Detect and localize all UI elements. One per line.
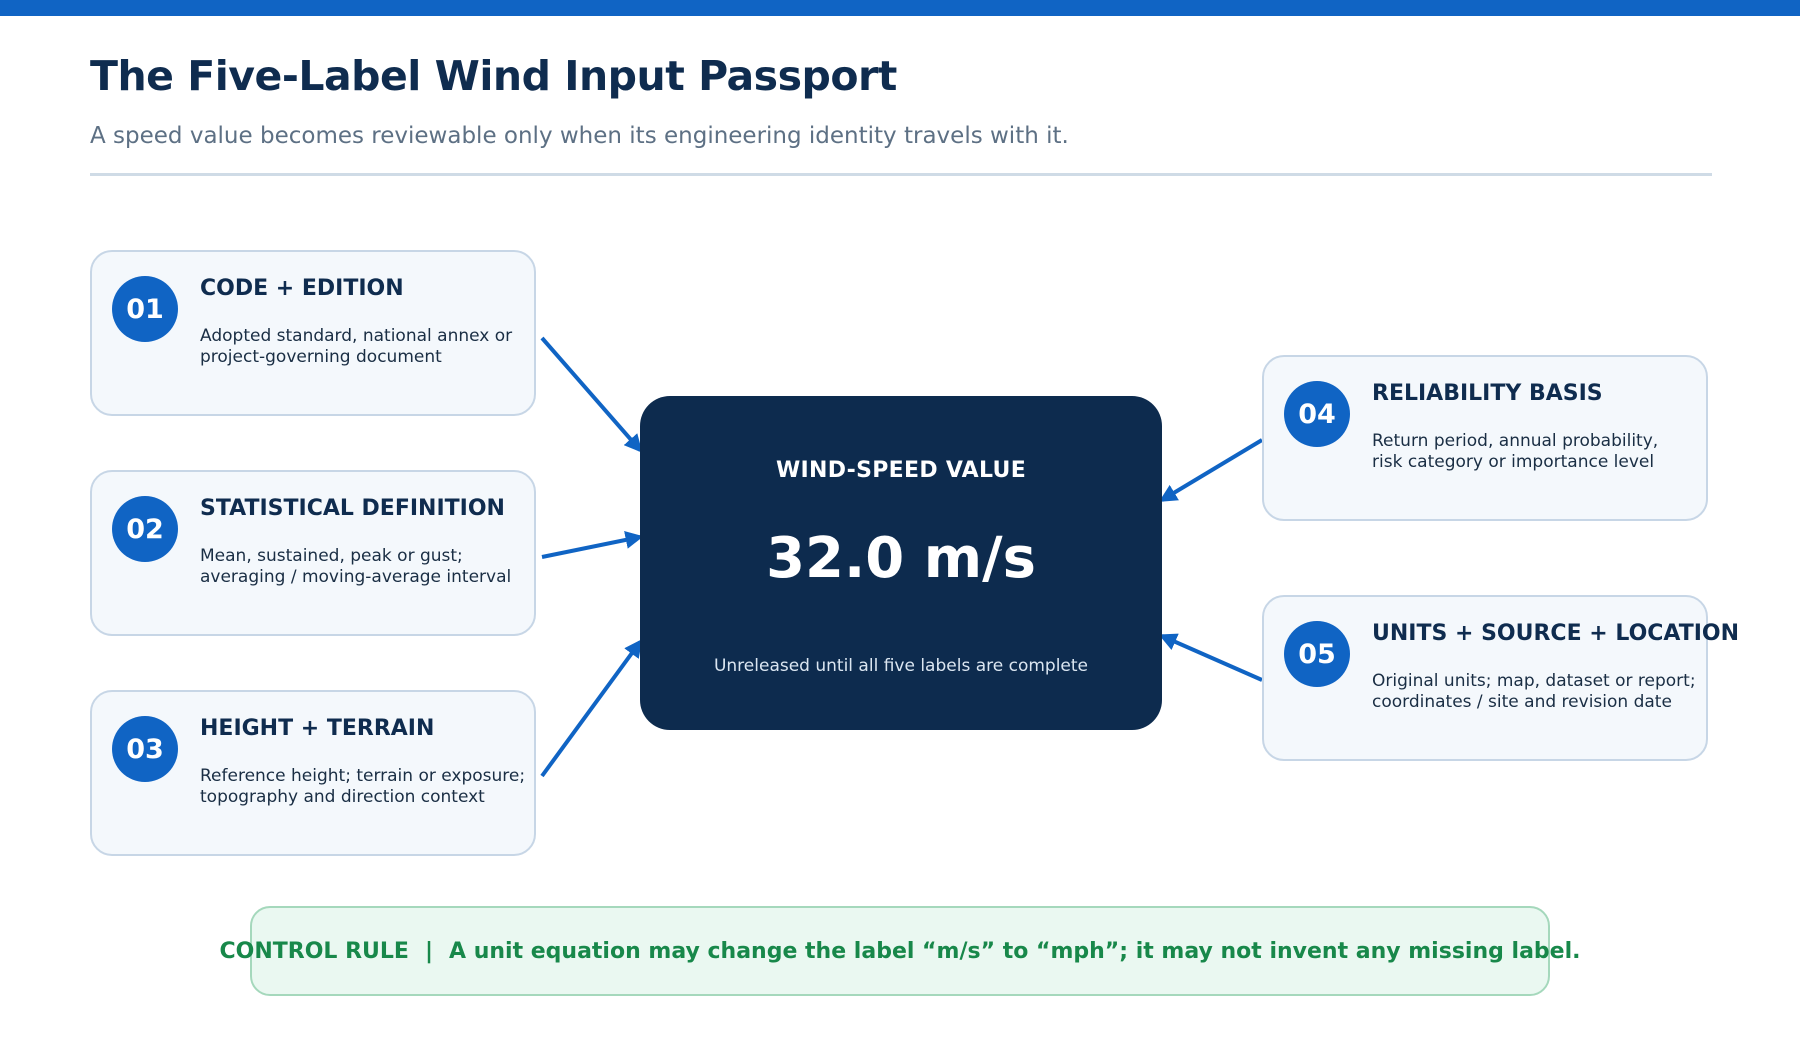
release-note: Unreleased until all five labels are com… [713, 656, 1089, 676]
label-title: CODE + EDITION [200, 276, 404, 301]
label-number-badge: 01 [112, 276, 178, 342]
label-number-badge: 02 [112, 496, 178, 562]
wind-speed-value: 32.0 m/s [766, 526, 1036, 591]
arrow-04 [1158, 438, 1264, 502]
label-title: STATISTICAL DEFINITION [200, 496, 505, 521]
label-number-badge: 03 [112, 716, 178, 782]
label-card-units-source-location: 05 UNITS + SOURCE + LOCATION Original un… [1262, 595, 1739, 761]
label-number-badge: 04 [1284, 381, 1350, 447]
control-rule-separator: | [424, 938, 434, 964]
arrow-01 [540, 336, 643, 453]
control-rule-text: A unit equation may change the label “m/… [449, 938, 1581, 964]
label-description: Return period, annual probability, risk … [1372, 431, 1659, 472]
label-description: Original units; map, dataset or report; … [1372, 671, 1696, 712]
center-label: WIND-SPEED VALUE [775, 458, 1027, 483]
label-card-height-terrain: 03 HEIGHT + TERRAIN Reference height; te… [90, 690, 536, 856]
arrow-05 [1158, 633, 1263, 682]
label-card-statistical-definition: 02 STATISTICAL DEFINITION Mean, sustaine… [90, 470, 536, 636]
label-title: RELIABILITY BASIS [1372, 381, 1603, 406]
label-description: Adopted standard, national annex or proj… [200, 326, 513, 367]
wind-speed-value-panel: WIND-SPEED VALUE 32.0 m/s Unreleased unt… [640, 396, 1162, 730]
label-card-code-edition: 01 CODE + EDITION Adopted standard, nati… [90, 250, 536, 416]
label-description: Mean, sustained, peak or gust; averaging… [200, 546, 512, 587]
arrow-02 [541, 531, 644, 559]
label-number-badge: 05 [1284, 621, 1350, 687]
control-rule-banner: CONTROL RULE | A unit equation may chang… [220, 906, 1580, 996]
label-card-reliability-basis: 04 RELIABILITY BASIS Return period, annu… [1262, 355, 1708, 521]
control-rule-label: CONTROL RULE [219, 938, 409, 964]
label-title: UNITS + SOURCE + LOCATION [1372, 621, 1740, 646]
label-title: HEIGHT + TERRAIN [200, 716, 435, 741]
label-description: Reference height; terrain or exposure; t… [200, 766, 526, 807]
arrow-03 [540, 639, 643, 778]
